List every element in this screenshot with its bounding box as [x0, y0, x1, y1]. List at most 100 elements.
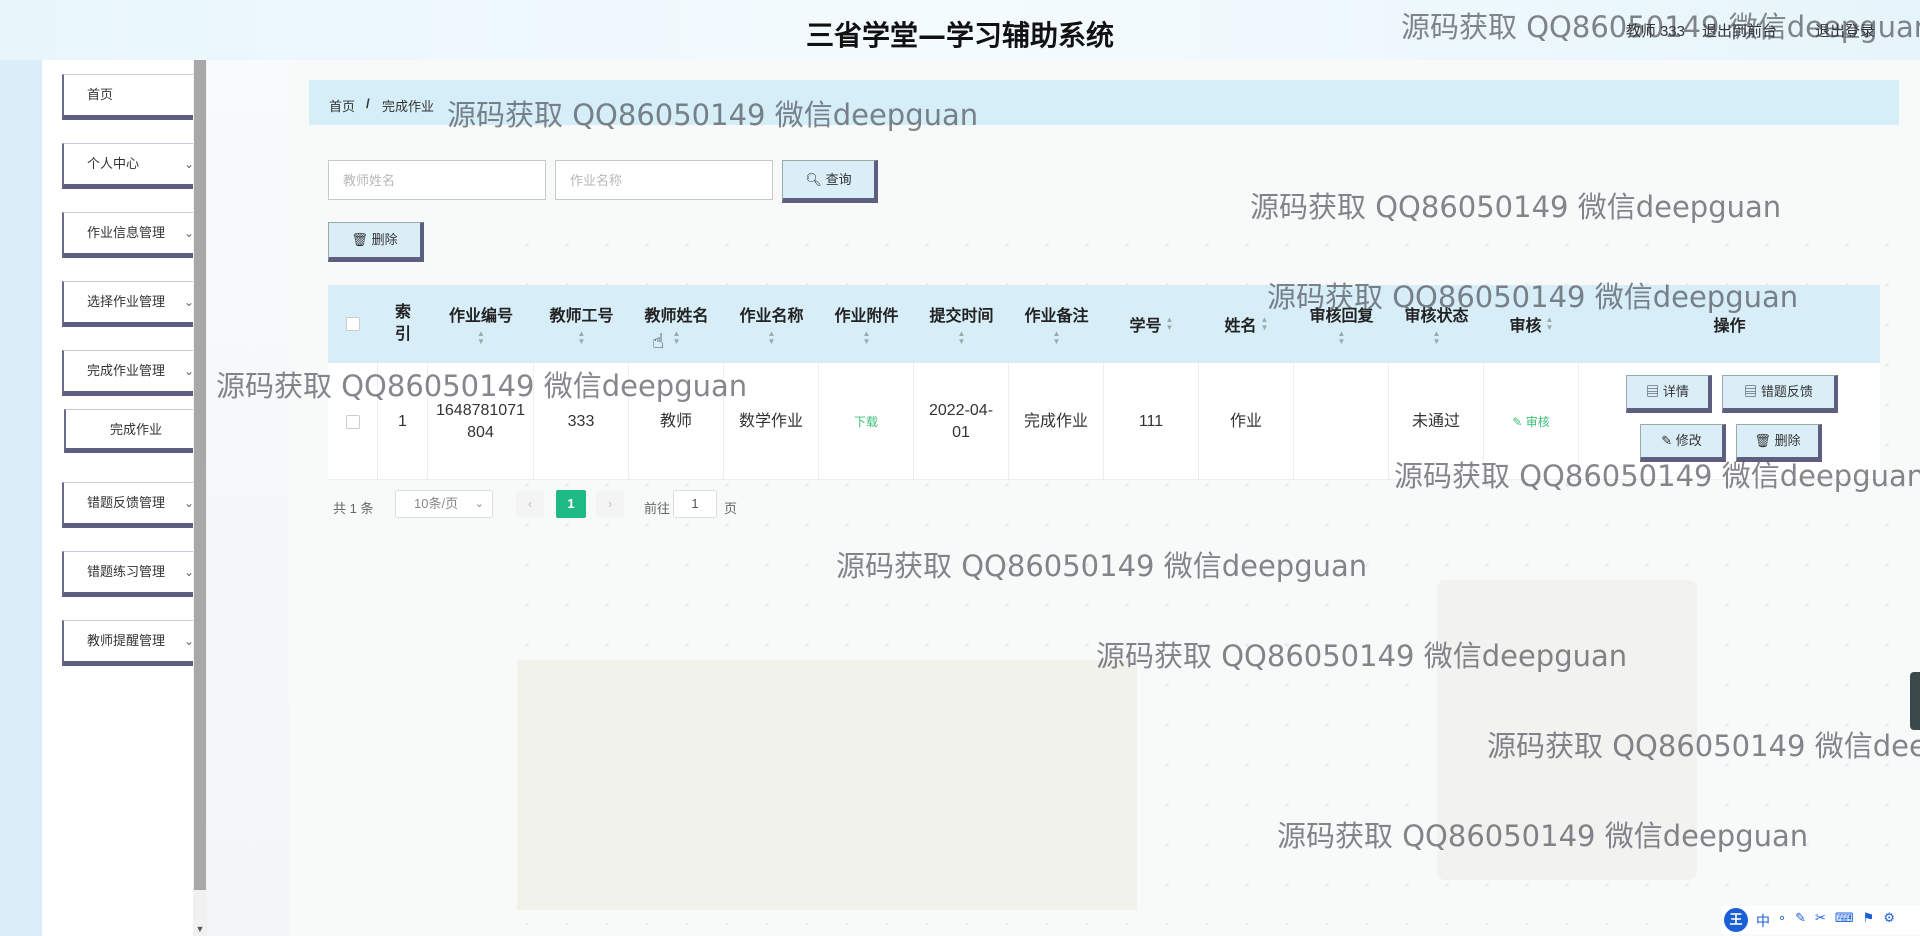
sort-icon[interactable]: ▲ ▼ [768, 330, 776, 346]
sort-icon[interactable]: ▲ ▼ [1338, 330, 1346, 346]
side-floating-tab[interactable] [1910, 672, 1920, 730]
top-header: 三省学堂—学习辅助系统 教师 333 退出到前台 退出登录 [0, 0, 1920, 60]
cell-review: ✎ 审核 [1484, 363, 1579, 480]
breadcrumb: 首页 / 完成作业 [309, 80, 1899, 125]
select-all-cell [328, 285, 378, 363]
column-header-student-no[interactable]: 学号 ▲ ▼ [1104, 285, 1199, 363]
exit-to-front-link[interactable]: 退出到前台 [1702, 20, 1777, 41]
sidebar-item-label: 个人中心 [87, 156, 140, 171]
sort-icon[interactable]: ▲ ▼ [1433, 330, 1441, 346]
column-label: 教师姓名 [644, 308, 709, 325]
sidebar-item-label: 完成作业 [109, 422, 162, 437]
row-checkbox[interactable] [345, 414, 360, 429]
sidebar-item-completed-homework-mgmt[interactable]: 完成作业管理 ⌄ [62, 350, 210, 396]
column-header-review-reply[interactable]: 审核回复 ▲ ▼ [1294, 285, 1389, 363]
sidebar-item-select-homework[interactable]: 选择作业管理 ⌄ [62, 281, 210, 327]
column-header-name[interactable]: 姓名 ▲ ▼ [1199, 285, 1294, 363]
row-select-cell [328, 363, 378, 480]
detail-button[interactable]: ▤ 详情 [1626, 375, 1712, 413]
column-header-remark[interactable]: 作业备注 ▲ ▼ [1009, 285, 1104, 363]
sort-icon[interactable]: ▲ ▼ [1166, 316, 1174, 332]
column-header-actions: 操作 [1713, 318, 1746, 335]
background-decoration-cylinder [1437, 580, 1697, 880]
select-all-checkbox[interactable] [346, 317, 360, 331]
trash-icon: 🗑︎ [1754, 433, 1771, 448]
main-content: 首页 / 完成作业 🔍︎ 查询 🗑︎ 删除 索 引 作业编号 ▲▼ 教师工号 ▲▼ … [207, 60, 1920, 936]
scroll-down-arrow-icon[interactable]: ▼ [193, 924, 207, 934]
feedback-button[interactable]: ▤ 错题反馈 [1722, 375, 1838, 413]
column-label: 学号 [1129, 318, 1162, 335]
cell-index: 1 [378, 363, 428, 480]
sidebar-subitem-completed-homework[interactable]: 完成作业 [64, 409, 210, 453]
sidebar-item-label: 首页 [87, 87, 114, 102]
detail-button-label: 详情 [1662, 384, 1689, 399]
sidebar-item-homework-info[interactable]: 作业信息管理 ⌄ [62, 212, 210, 258]
scrollbar-thumb[interactable] [194, 60, 206, 890]
sidebar-item-home[interactable]: 首页 [62, 74, 210, 120]
row-delete-button[interactable]: 🗑︎ 删除 [1736, 424, 1822, 462]
sort-icon[interactable]: ▲ ▼ [1546, 316, 1554, 332]
column-header-homework-no[interactable]: 作业编号 ▲ ▼ [428, 285, 534, 363]
batch-delete-button[interactable]: 🗑︎ 删除 [328, 222, 424, 262]
column-label: 教师工号 [549, 308, 614, 325]
prev-page-button[interactable]: ‹ [516, 490, 544, 518]
goto-suffix: 页 [724, 501, 738, 516]
sort-icon[interactable]: ▲ ▼ [477, 330, 485, 346]
homework-name-input[interactable] [555, 160, 773, 200]
column-label: 作业备注 [1024, 308, 1089, 325]
column-label: 审核状态 [1404, 308, 1469, 325]
logout-link[interactable]: 退出登录 [1815, 20, 1875, 41]
sort-icon[interactable]: ▲ ▼ [1261, 316, 1269, 332]
column-header-teacher-name[interactable]: 教师姓名 ▲ ▼ [629, 285, 724, 363]
column-header-review-status[interactable]: 审核状态 ▲ ▼ [1389, 285, 1484, 363]
sort-icon[interactable]: ▲ ▼ [578, 330, 586, 346]
goto-page-input[interactable]: 1 [673, 490, 717, 518]
cell-submit-time: 2022-04-01 [914, 363, 1009, 480]
ime-language[interactable]: 中 [1756, 911, 1770, 931]
sidebar-item-label: 作业信息管理 [87, 225, 166, 240]
sidebar-item-wrong-feedback[interactable]: 错题反馈管理 ⌄ [62, 482, 210, 528]
sidebar-item-wrong-practice[interactable]: 错题练习管理 ⌄ [62, 551, 210, 597]
breadcrumb-separator: / [366, 96, 370, 111]
cell-name: 作业 [1199, 363, 1294, 480]
cell-attachment: 下载 [819, 363, 914, 480]
column-label: 作业附件 [834, 308, 899, 325]
cell-student-no: 111 [1104, 363, 1199, 480]
sidebar-item-label: 错题练习管理 [87, 564, 166, 579]
review-button[interactable]: ✎ 审核 [1512, 411, 1549, 433]
cell-homework-no: 1648781071804 [428, 363, 534, 480]
column-header-review[interactable]: 审核 ▲ ▼ [1484, 285, 1579, 363]
trash-icon: 🗑︎ [351, 232, 368, 247]
sidebar-item-label: 错题反馈管理 [87, 495, 166, 510]
sort-icon[interactable]: ▲ ▼ [1053, 330, 1061, 346]
document-icon: ▤ [1646, 384, 1660, 399]
column-label: 审核回复 [1309, 308, 1374, 325]
ime-logo[interactable]: 王 [1724, 908, 1748, 932]
sort-icon[interactable]: ▲ ▼ [958, 330, 966, 346]
query-button[interactable]: 🔍︎ 查询 [782, 160, 878, 203]
edit-pen-icon: ✎ [1512, 414, 1523, 429]
column-header-teacher-id[interactable]: 教师工号 ▲ ▼ [534, 285, 629, 363]
cell-actions: ▤ 详情 ▤ 错题反馈 ✎ 修改 🗑︎ 删除 [1579, 363, 1880, 480]
sort-icon[interactable]: ▲ ▼ [673, 330, 681, 346]
column-header-submit-time[interactable]: 提交时间 ▲ ▼ [914, 285, 1009, 363]
edit-button[interactable]: ✎ 修改 [1640, 424, 1726, 462]
page-size-select[interactable]: 10条/页 ⌄ [395, 490, 493, 518]
sidebar: 首页 个人中心 ⌄ 作业信息管理 ⌄ 选择作业管理 ⌄ 完成作业管理 ⌄ 完成作业 错题… [42, 60, 210, 936]
ime-toolbar: 王 中 ∘✎✂⌨⚑⚙ [1722, 906, 1920, 934]
column-header-attachment[interactable]: 作业附件 ▲ ▼ [819, 285, 914, 363]
sidebar-scrollbar[interactable]: ▼ [193, 60, 207, 936]
sort-icon[interactable]: ▲ ▼ [863, 330, 871, 346]
feedback-button-label: 错题反馈 [1760, 384, 1813, 399]
column-header-homework-name[interactable]: 作业名称 ▲ ▼ [724, 285, 819, 363]
download-link[interactable]: 下载 [854, 411, 878, 433]
sidebar-item-personal-center[interactable]: 个人中心 ⌄ [62, 143, 210, 189]
teacher-name-input[interactable] [328, 160, 546, 200]
hand-cursor-icon: ☝ [652, 331, 665, 353]
ime-tool-icons[interactable]: ∘✎✂⌨⚑⚙ [1778, 910, 1904, 926]
next-page-button[interactable]: › [596, 490, 624, 518]
breadcrumb-current: 完成作业 [382, 99, 435, 114]
sidebar-item-teacher-reminder[interactable]: 教师提醒管理 ⌄ [62, 620, 210, 666]
breadcrumb-home[interactable]: 首页 [329, 96, 355, 115]
page-number-active[interactable]: 1 [556, 490, 586, 518]
